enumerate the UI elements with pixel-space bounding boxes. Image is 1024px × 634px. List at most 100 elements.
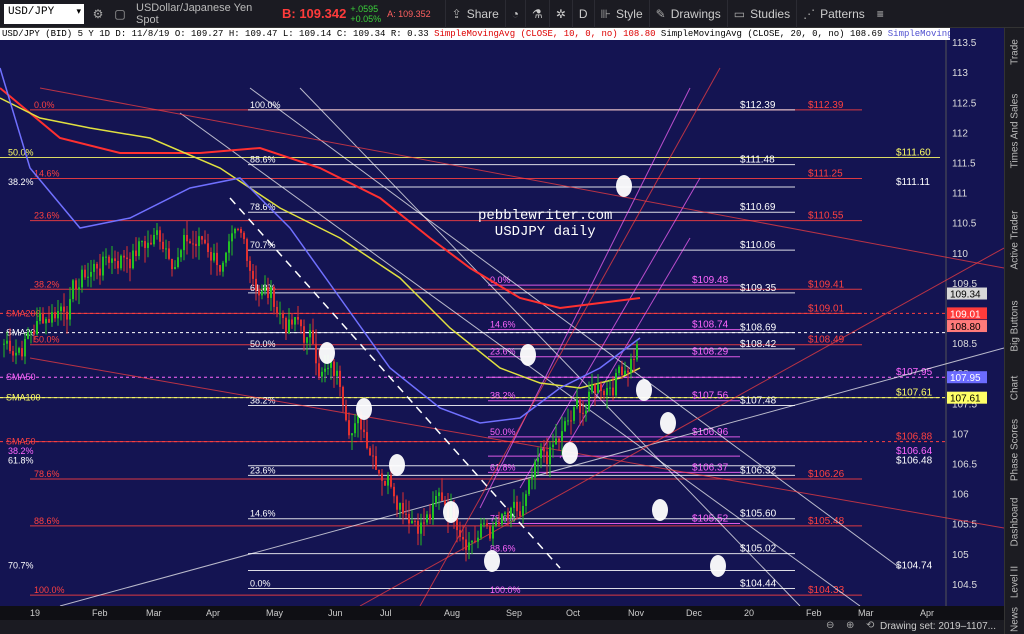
symbol-input[interactable]: USD/JPY ▾ bbox=[4, 3, 84, 24]
drawings-button[interactable]: ✎ Drawings bbox=[648, 0, 727, 28]
candle-body bbox=[318, 363, 320, 377]
pivot-marker bbox=[636, 379, 652, 401]
candle-body bbox=[324, 368, 326, 372]
sidetab-trade[interactable]: Trade bbox=[1005, 32, 1024, 72]
candle-body bbox=[135, 250, 137, 257]
sidetab-dashboard[interactable]: Dashboard bbox=[1005, 490, 1024, 554]
sma20-legend[interactable]: SimpleMovingAvg (CLOSE, 20, 0, no) 108.6… bbox=[661, 29, 882, 39]
sidetab-active-trader[interactable]: Active Trader bbox=[1005, 194, 1024, 286]
candle-body bbox=[594, 384, 596, 394]
candle-body bbox=[249, 260, 251, 271]
pivot-marker bbox=[710, 555, 726, 577]
style-button[interactable]: ⊪ Style bbox=[593, 0, 649, 28]
sidetab-times-and-sales[interactable]: Times And Sales bbox=[1005, 76, 1024, 186]
price-tag-label: 107.95 bbox=[950, 373, 981, 384]
pivot-marker bbox=[484, 550, 500, 572]
quote-changes: +.0595 +0.05% bbox=[350, 4, 381, 24]
price-tick-label: 113.5 bbox=[952, 38, 977, 49]
candle-body bbox=[216, 252, 218, 266]
candle-body bbox=[627, 370, 629, 373]
candle-body bbox=[609, 387, 611, 389]
level-price-label: $105.48 bbox=[808, 516, 845, 527]
candle-body bbox=[342, 386, 344, 406]
candle-body bbox=[477, 537, 479, 542]
candle-body bbox=[312, 330, 314, 344]
net-change: +.0595 bbox=[350, 3, 379, 14]
candle-body bbox=[375, 456, 377, 470]
candle-body bbox=[498, 522, 500, 525]
share-button[interactable]: ⇪ Share bbox=[444, 0, 505, 28]
sidetab-label: Dashboard bbox=[1009, 497, 1021, 547]
candle-body bbox=[474, 540, 476, 542]
candle-body bbox=[156, 230, 158, 235]
candle-body bbox=[138, 241, 140, 257]
sidetab-label: Times And Sales bbox=[1009, 93, 1021, 169]
flask-icon: ⚗ bbox=[532, 6, 543, 21]
info-icon[interactable]: ▢ bbox=[112, 7, 128, 21]
candle-body bbox=[42, 313, 44, 324]
candle-body bbox=[120, 255, 122, 269]
level-price-label: $106.48 bbox=[896, 456, 933, 467]
candle-body bbox=[384, 480, 386, 486]
time-axis[interactable]: 19 Feb Mar Apr May Jun Jul Aug Sep Oct Nov Dec 20 Feb… bbox=[0, 606, 1004, 620]
candle-body bbox=[78, 287, 80, 290]
candle-body bbox=[6, 340, 8, 344]
interval-button[interactable]: D bbox=[571, 0, 594, 28]
chart-canvas[interactable]: 113.5113112.5112111.5111110.5110109.5109… bbox=[0, 28, 1004, 606]
drawing-set-label[interactable]: Drawing set: 2019–1107... bbox=[880, 621, 996, 632]
candle-body bbox=[3, 343, 5, 345]
trend-line bbox=[359, 247, 1004, 606]
candle-body bbox=[546, 451, 548, 465]
fib-percent-label: 0.0% bbox=[250, 579, 271, 589]
sma10-legend[interactable]: SimpleMovingAvg (CLOSE, 10, 0, no) 108.8… bbox=[434, 29, 655, 39]
candle-body bbox=[123, 255, 125, 258]
level-price-label: $111.11 bbox=[896, 177, 930, 188]
menu-button[interactable]: ≡ bbox=[871, 0, 890, 28]
candle-body bbox=[315, 343, 317, 364]
fib-percent-label: 88.6% bbox=[250, 155, 276, 165]
time-tick-label: Feb bbox=[806, 608, 822, 618]
candle-body bbox=[282, 313, 284, 319]
candle-body bbox=[621, 366, 623, 375]
patterns-button[interactable]: ⋰ Patterns bbox=[796, 0, 871, 28]
level-price-label: $110.55 bbox=[808, 211, 844, 222]
sidetab-label: Chart bbox=[1009, 375, 1021, 401]
fib-percent-label: 38.2% bbox=[490, 391, 516, 401]
candle-body bbox=[558, 438, 560, 441]
studies-button[interactable]: ▭ Studies bbox=[726, 0, 796, 28]
candle-body bbox=[258, 290, 260, 296]
candle-body bbox=[399, 502, 401, 510]
candle-body bbox=[564, 421, 566, 432]
candle-body bbox=[144, 241, 146, 248]
sidetab-level-ii[interactable]: Level II bbox=[1005, 558, 1024, 606]
side-tabs: Trade Times And Sales Active Trader Big But… bbox=[1004, 28, 1024, 634]
candle-body bbox=[15, 352, 17, 356]
price-tick-label: 106 bbox=[952, 490, 969, 501]
candle-body bbox=[396, 496, 398, 510]
menu-icon: ≡ bbox=[876, 6, 884, 21]
gear-icon[interactable]: ⚙ bbox=[90, 7, 106, 21]
price-chart[interactable]: 113.5113112.5112111.5111110.5110109.5109… bbox=[0, 28, 1004, 606]
zoom-out-icon[interactable]: ⊖ bbox=[826, 620, 834, 631]
reset-zoom-icon[interactable]: ⟲ bbox=[866, 620, 874, 631]
candle-body bbox=[165, 248, 167, 250]
candle-body bbox=[147, 242, 149, 248]
time-tick-label: Oct bbox=[566, 608, 581, 618]
candle-body bbox=[438, 492, 440, 496]
level-price-label: $107.56 bbox=[692, 391, 729, 402]
candle-body bbox=[198, 236, 200, 247]
sidetab-live-news[interactable]: Live News bbox=[1005, 607, 1024, 634]
candle-body bbox=[372, 455, 374, 457]
sidetab-phase-scores[interactable]: Phase Scores bbox=[1005, 414, 1024, 486]
trend-line bbox=[479, 87, 691, 509]
sidetab-chart[interactable]: Chart bbox=[1005, 366, 1024, 410]
sma50-legend[interactable]: SimpleMovingAvg... bbox=[888, 29, 950, 39]
sidetab-big-buttons[interactable]: Big Buttons bbox=[1005, 290, 1024, 362]
candle-body bbox=[405, 513, 407, 515]
zoom-in-icon[interactable]: ⊕ bbox=[846, 620, 854, 631]
flask-button[interactable]: ⚗ bbox=[525, 0, 549, 28]
fib-percent-label: 61.8% bbox=[490, 462, 516, 472]
alert-button[interactable]: ◔ bbox=[504, 0, 525, 28]
chevron-down-icon[interactable]: ▾ bbox=[76, 7, 81, 17]
settings-button[interactable]: ✲ bbox=[548, 0, 572, 28]
